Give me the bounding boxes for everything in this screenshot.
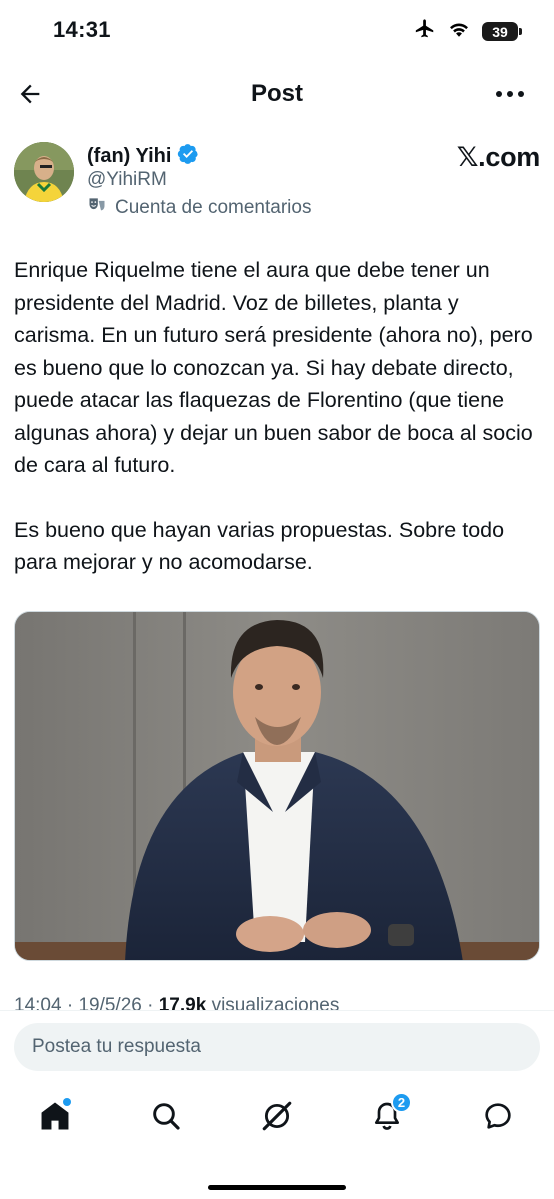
author-handle[interactable]: @YihiRM	[87, 169, 167, 191]
tab-grok[interactable]	[257, 1096, 297, 1136]
battery-icon: 39	[482, 22, 522, 41]
tab-notifications[interactable]: 2	[367, 1092, 412, 1136]
tab-messages[interactable]	[478, 1096, 518, 1136]
tab-home[interactable]	[35, 1096, 75, 1136]
account-label: Cuenta de comentarios	[115, 196, 312, 218]
battery-level: 39	[492, 23, 508, 40]
status-icons: 39	[414, 18, 522, 45]
author-name[interactable]: (fan) Yihi	[87, 145, 171, 168]
author-name-row: (fan) Yihi	[87, 143, 199, 170]
more-horizontal-icon	[496, 91, 524, 97]
status-bar: 14:31 39	[0, 0, 554, 62]
more-options-button[interactable]	[490, 78, 530, 110]
tab-search[interactable]	[146, 1096, 186, 1136]
nav-header: Post	[0, 62, 554, 124]
avatar[interactable]	[14, 142, 74, 202]
post-paragraph: Es bueno que hayan varias propuestas. So…	[14, 517, 505, 575]
account-label-row: Cuenta de comentarios	[87, 195, 311, 220]
x-source-watermark: 𝕏.com	[456, 142, 541, 172]
theater-masks-icon	[87, 195, 107, 220]
wifi-icon	[448, 20, 470, 43]
reply-bar: Postea tu respuesta	[0, 1010, 554, 1082]
grok-icon	[262, 1101, 292, 1131]
search-icon	[153, 1103, 180, 1130]
page-title: Post	[250, 80, 303, 107]
home-indicator	[208, 1185, 346, 1190]
verified-badge-icon	[177, 143, 199, 170]
reply-input[interactable]: Postea tu respuesta	[14, 1023, 540, 1071]
airplane-icon	[414, 18, 436, 45]
home-unread-dot	[63, 1098, 71, 1106]
post-photo-image	[15, 612, 539, 960]
status-time: 14:31	[53, 17, 111, 42]
post-paragraph: Enrique Riquelme tiene el aura que debe …	[14, 258, 533, 477]
post-text: Enrique Riquelme tiene el aura que debe …	[14, 254, 544, 611]
messages-icon	[485, 1103, 511, 1129]
post-photo[interactable]	[14, 611, 540, 961]
post-screen: 14:31 39 Post (fan) Yihi @YihiRM Cuenta …	[0, 0, 554, 1199]
post-author: (fan) Yihi @YihiRM Cuenta de comentarios…	[14, 142, 540, 222]
bottom-tab-bar: 2	[0, 1082, 554, 1199]
notification-badge: 2	[391, 1092, 412, 1113]
